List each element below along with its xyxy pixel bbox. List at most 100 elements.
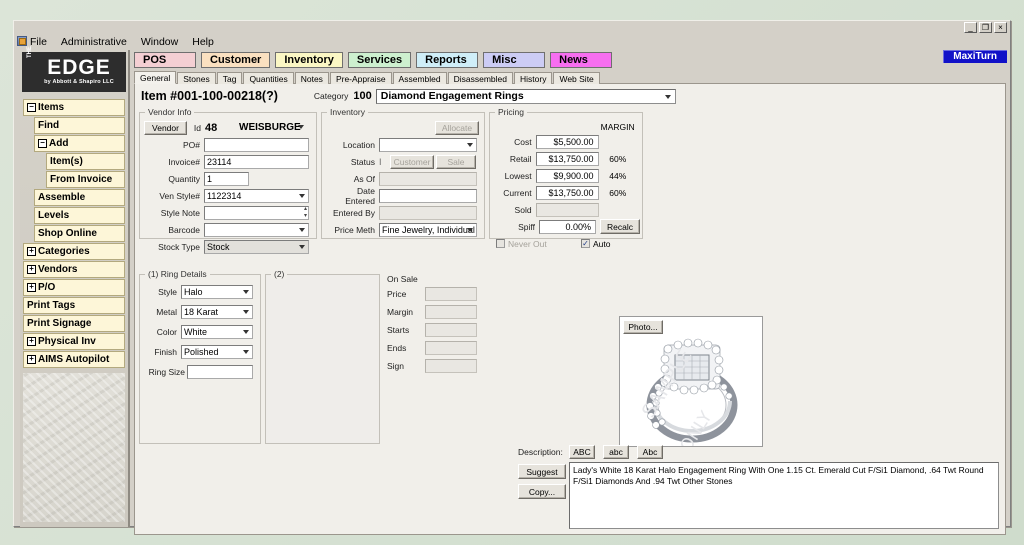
main-tab-inventory[interactable]: Inventory — [275, 52, 343, 68]
sub-tab-web-site[interactable]: Web Site — [553, 72, 600, 84]
on-sale-group: On Sale Price Margin Starts Ends Sign — [387, 274, 511, 376]
title-bar: _ ❐ × — [14, 21, 1010, 34]
ven-style-label: Ven Style# — [159, 190, 200, 201]
ring-metal-combobox[interactable]: 18 Karat — [181, 304, 253, 319]
main-tab-pos[interactable]: POS — [134, 52, 196, 68]
ven-style-combobox[interactable]: 1122314 — [204, 188, 309, 203]
ring-size-input[interactable] — [187, 364, 253, 379]
expand-icon[interactable]: + — [27, 337, 36, 346]
location-combobox[interactable] — [379, 137, 477, 152]
never-out-checkbox[interactable]: Never Out — [496, 239, 581, 249]
minimize-button[interactable]: _ — [964, 22, 977, 33]
menu-item-window[interactable]: Window — [141, 36, 178, 48]
sub-tab-pre-appraise[interactable]: Pre-Appraise — [329, 72, 392, 84]
allocate-button[interactable]: Allocate — [435, 120, 479, 135]
sidebar-item-physical-inv[interactable]: + Physical Inv — [23, 333, 125, 350]
collapse-icon[interactable]: − — [38, 139, 47, 148]
case-upper-button[interactable]: ABC — [569, 444, 595, 459]
menu-item-help[interactable]: Help — [192, 36, 214, 48]
expand-icon[interactable]: + — [27, 265, 36, 274]
collapse-icon[interactable]: − — [27, 103, 36, 112]
expand-icon[interactable]: + — [27, 355, 36, 364]
ring-color-combobox[interactable]: White — [181, 324, 253, 339]
case-title-button[interactable]: Abc — [637, 444, 663, 459]
sidebar-item-aims-autopilot[interactable]: + AIMS Autopilot — [23, 351, 125, 368]
pricing-row-label: Cost — [514, 136, 532, 147]
expand-icon[interactable]: + — [27, 247, 36, 256]
sub-tab-disassembled[interactable]: Disassembled — [447, 72, 513, 84]
on-sale-row-label: Sign — [387, 360, 405, 371]
sub-tab-general[interactable]: General — [134, 71, 177, 84]
style-note-input[interactable] — [204, 205, 309, 220]
date-entered-datepicker[interactable] — [379, 188, 477, 203]
on-sale-row-label: Ends — [387, 342, 407, 353]
sidebar-item-label: P/O — [38, 282, 56, 293]
invoice-input[interactable]: 23114 — [204, 154, 309, 169]
sub-tab-assembled[interactable]: Assembled — [392, 72, 447, 84]
general-tab-panel: Item #001-100-00218(?) Category 100 Diam… — [134, 83, 1006, 535]
sidebar-item-shop-online[interactable]: Shop Online — [34, 225, 125, 242]
sidebar-item-from-invoice[interactable]: From Invoice — [46, 171, 125, 188]
pricing-row-value[interactable]: $13,750.00 — [535, 151, 599, 166]
main-tab-reports[interactable]: Reports — [416, 52, 479, 68]
pricing-row-value[interactable]: $9,900.00 — [535, 168, 599, 183]
pricing-row-value[interactable]: $13,750.00 — [535, 185, 599, 200]
category-combobox[interactable]: Diamond Engagement Rings — [375, 88, 676, 104]
sidebar-item-print-signage[interactable]: Print Signage — [23, 315, 125, 332]
auto-checkbox[interactable]: ✓ Auto — [581, 239, 611, 249]
sub-tab-history[interactable]: History — [514, 72, 553, 84]
status-sale-button[interactable]: Sale — [436, 154, 476, 169]
recalc-button[interactable]: Recalc — [600, 219, 640, 234]
sidebar-item-find[interactable]: Find — [34, 117, 125, 134]
sidebar-item-item-s[interactable]: Item(s) — [46, 153, 125, 170]
item-header: Item #001-100-00218(?) Category 100 Diam… — [141, 88, 999, 104]
pricing-row-value[interactable] — [535, 202, 599, 217]
vendor-button[interactable]: Vendor — [144, 120, 187, 135]
desktop-background: _ ❐ × File Administrative Window Help TH… — [0, 0, 1024, 545]
status-customer-button[interactable]: Customer — [390, 154, 434, 169]
main-tab-news[interactable]: News — [550, 52, 613, 68]
sub-tab-quantities[interactable]: Quantities — [243, 72, 294, 84]
ven-style-value: 1122314 — [207, 190, 242, 201]
sidebar-item-add[interactable]: − Add — [34, 135, 125, 152]
menu-item-administrative[interactable]: Administrative — [61, 36, 127, 48]
sidebar-item-levels[interactable]: Levels — [34, 207, 125, 224]
sidebar-item-assemble[interactable]: Assemble — [34, 189, 125, 206]
expand-icon[interactable]: + — [27, 283, 36, 292]
close-button[interactable]: × — [994, 22, 1007, 33]
sub-tab-notes[interactable]: Notes — [294, 72, 329, 84]
ring-color-label: Color — [156, 326, 177, 337]
main-tab-customer[interactable]: Customer — [201, 52, 271, 68]
main-tab-services[interactable]: Services — [347, 52, 412, 68]
quantity-input[interactable]: 1 — [204, 171, 249, 186]
spiff-input[interactable]: 0.00% — [539, 219, 596, 234]
sidebar-item-categories[interactable]: + Categories — [23, 243, 125, 260]
price-meth-combobox[interactable]: Fine Jewelry, Individual Item — [379, 222, 477, 237]
barcode-combobox[interactable] — [204, 222, 309, 237]
vendor-name-combobox[interactable]: WEISBURGE — [239, 121, 307, 135]
item-photo[interactable]: SAMPLE ONLY Photo... — [619, 316, 763, 447]
suggest-button[interactable]: Suggest — [518, 464, 566, 479]
copy-button[interactable]: Copy... — [518, 484, 566, 499]
case-lower-button[interactable]: abc — [603, 444, 629, 459]
panel-2-legend: (2) — [271, 269, 288, 279]
sub-tab-tag[interactable]: Tag — [216, 72, 243, 84]
pricing-legend: Pricing — [495, 107, 527, 117]
photo-button[interactable]: Photo... — [623, 320, 663, 334]
ring-style-combobox[interactable]: Halo — [181, 284, 253, 299]
on-sale-row: Sign — [387, 358, 511, 373]
sidebar-item-print-tags[interactable]: Print Tags — [23, 297, 125, 314]
sidebar-item-p-o[interactable]: + P/O — [23, 279, 125, 296]
sidebar-item-items[interactable]: − Items — [23, 99, 125, 116]
maxiturn-button[interactable]: MaxiTurn — [942, 49, 1008, 64]
ring-finish-combobox[interactable]: Polished — [181, 344, 253, 359]
stock-type-combobox[interactable]: Stock — [204, 239, 309, 254]
main-tab-misc[interactable]: Misc — [483, 52, 546, 68]
description-textarea[interactable]: Lady's White 18 Karat Halo Engagement Ri… — [569, 462, 999, 529]
po-input[interactable] — [204, 137, 309, 152]
sub-tab-stones[interactable]: Stones — [177, 72, 216, 84]
pricing-row: Sold — [494, 202, 637, 217]
maximize-button[interactable]: ❐ — [979, 22, 992, 33]
sidebar-item-vendors[interactable]: + Vendors — [23, 261, 125, 278]
pricing-row-value[interactable]: $5,500.00 — [535, 134, 599, 149]
